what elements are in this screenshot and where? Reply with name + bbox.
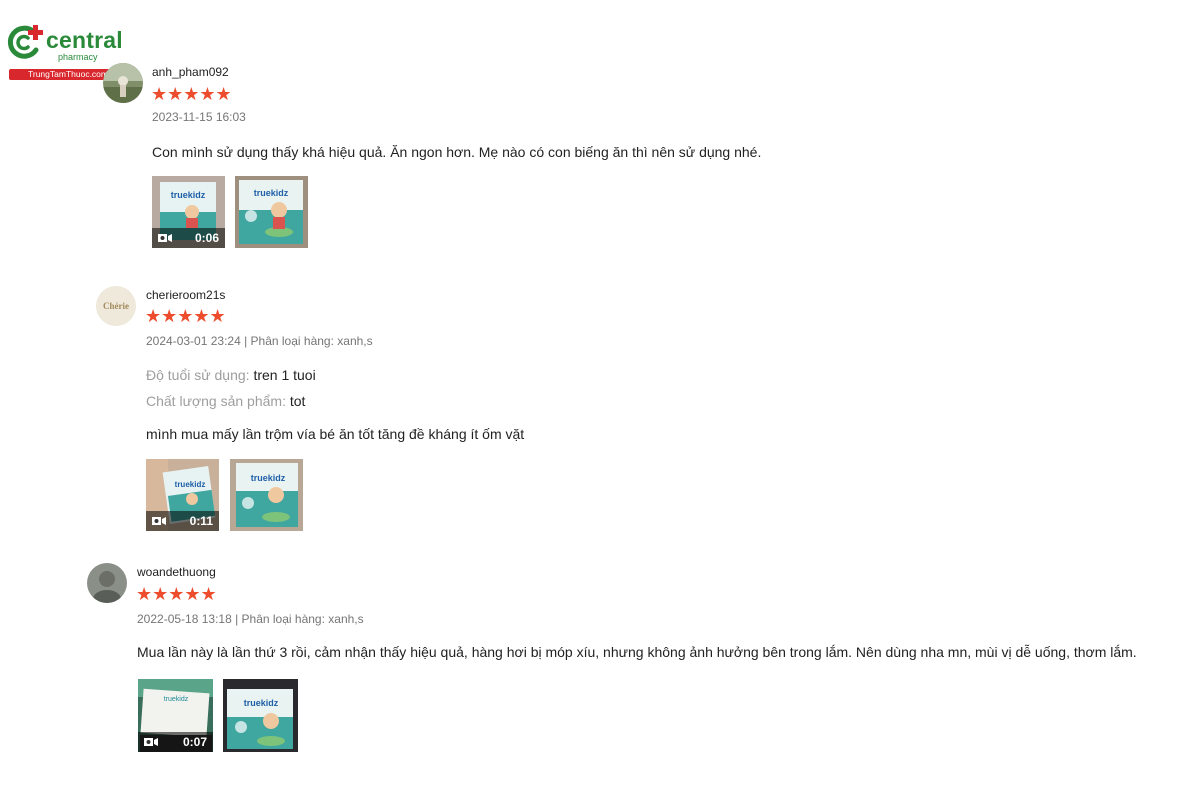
product-box-image: truekidz	[230, 459, 303, 531]
svg-text:truekidz: truekidz	[171, 190, 206, 200]
svg-text:truekidz: truekidz	[254, 188, 289, 198]
pharmacy-cross-logo-icon	[7, 25, 43, 59]
avatar[interactable]	[87, 563, 127, 603]
svg-text:truekidz: truekidz	[164, 696, 189, 703]
attribute-value: tren 1 tuoi	[253, 367, 316, 383]
video-overlay: 0:11	[146, 511, 219, 531]
review-video-thumbnail[interactable]: truekidz 0:11	[146, 459, 219, 531]
rating-stars: ★★★★★	[145, 306, 226, 326]
review-image-thumbnail[interactable]: truekidz	[235, 176, 308, 248]
review-attribute-quality: Chất lượng sản phẩm: tot	[146, 393, 305, 409]
rating-stars: ★★★★★	[151, 84, 232, 104]
video-overlay: 0:07	[138, 732, 213, 752]
review-meta: 2022-05-18 13:18 | Phân loại hàng: xanh,…	[137, 612, 364, 626]
avatar-logo-icon: Chérie	[96, 286, 136, 326]
avatar-photo-icon	[87, 563, 127, 603]
review-username[interactable]: anh_pham092	[152, 65, 229, 79]
avatar-photo-icon	[103, 63, 143, 103]
svg-text:truekidz: truekidz	[251, 473, 286, 483]
review-video-thumbnail[interactable]: truekidz 0:07	[138, 679, 213, 752]
product-box-image: truekidz	[235, 176, 308, 248]
review-image-thumbnail[interactable]: truekidz	[230, 459, 303, 531]
review-attribute-age: Độ tuổi sử dụng: tren 1 tuoi	[146, 367, 316, 383]
rating-stars: ★★★★★	[136, 584, 217, 604]
video-camera-icon	[144, 738, 158, 746]
video-duration: 0:11	[189, 514, 213, 528]
review-video-thumbnail[interactable]: truekidz 0:06	[152, 176, 225, 248]
video-camera-icon	[158, 234, 172, 242]
review-comment: Con mình sử dụng thấy khá hiệu quả. Ăn n…	[152, 144, 762, 160]
video-duration: 0:06	[194, 231, 219, 245]
avatar-text: Chérie	[103, 301, 129, 311]
svg-text:truekidz: truekidz	[175, 480, 206, 489]
logo-sub-text: pharmacy	[58, 52, 98, 62]
avatar[interactable]	[103, 63, 143, 103]
logo-brand-text: central	[46, 27, 123, 53]
svg-text:truekidz: truekidz	[244, 698, 279, 708]
attribute-label: Độ tuổi sử dụng:	[146, 367, 250, 383]
review-comment: mình mua mấy lần trộm vía bé ăn tốt tăng…	[146, 426, 525, 442]
review-comment: Mua lần này là lần thứ 3 rồi, cảm nhận t…	[137, 644, 1137, 660]
video-camera-icon	[152, 517, 166, 525]
attribute-value: tot	[289, 393, 306, 409]
review-meta: 2023-11-15 16:03	[152, 110, 246, 124]
review-username[interactable]: cherieroom21s	[146, 288, 225, 302]
review-username[interactable]: woandethuong	[137, 565, 216, 579]
review-image-thumbnail[interactable]: truekidz	[223, 679, 298, 752]
attribute-label: Chất lượng sản phẩm:	[146, 393, 286, 409]
product-box-image: truekidz	[223, 679, 298, 752]
review-meta: 2024-03-01 23:24 | Phân loại hàng: xanh,…	[146, 334, 373, 348]
video-duration: 0:07	[182, 735, 207, 749]
avatar[interactable]: Chérie	[96, 286, 136, 326]
video-overlay: 0:06	[152, 228, 225, 248]
